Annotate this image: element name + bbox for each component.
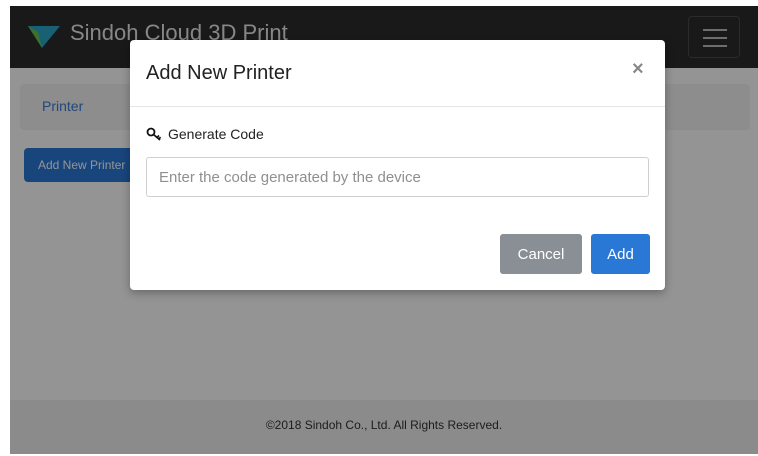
- generate-code-label-text: Generate Code: [168, 126, 264, 142]
- generate-code-label: Generate Code: [146, 126, 264, 142]
- close-button[interactable]: ×: [632, 58, 644, 81]
- add-printer-modal: Add New Printer × Generate Code Cancel A…: [130, 40, 665, 290]
- app-window: Sindoh Cloud 3D Print Printer Add New Pr…: [10, 6, 758, 454]
- cancel-button[interactable]: Cancel: [500, 234, 582, 274]
- modal-divider: [130, 106, 665, 107]
- add-button[interactable]: Add: [591, 234, 650, 274]
- printer-code-input[interactable]: [146, 157, 649, 197]
- modal-title: Add New Printer: [146, 62, 292, 84]
- key-icon: [146, 127, 162, 141]
